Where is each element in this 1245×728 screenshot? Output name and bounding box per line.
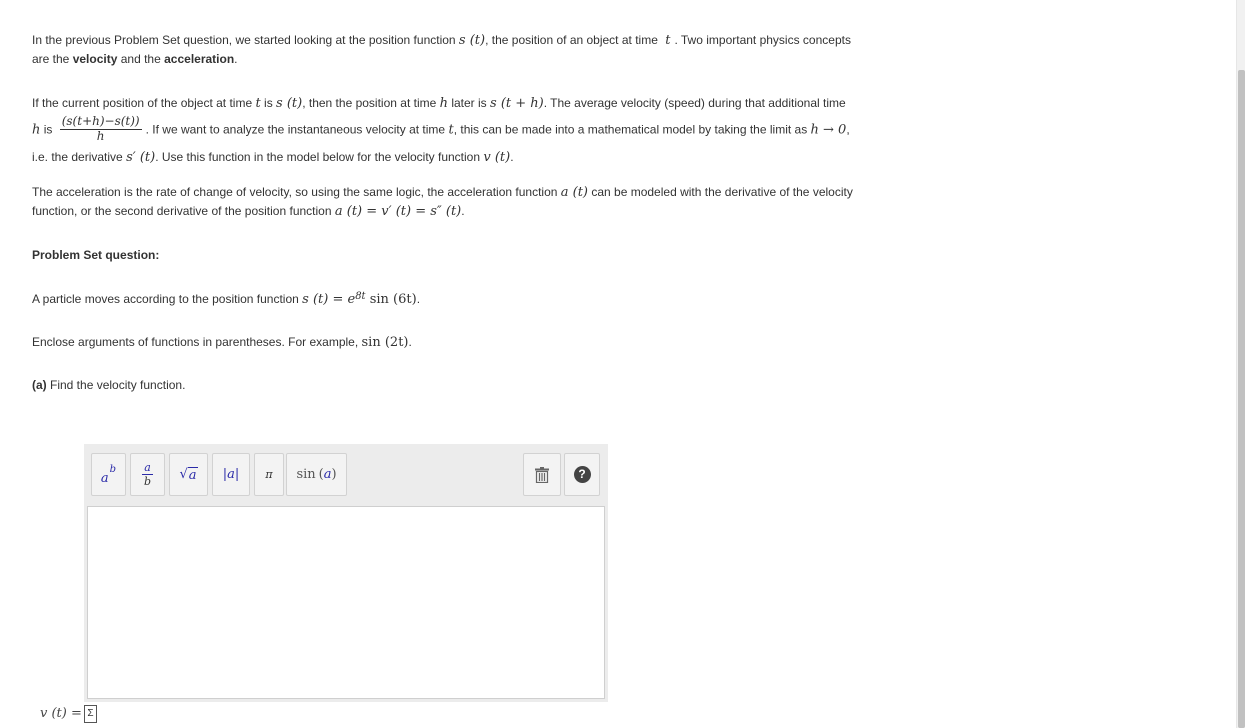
help-button[interactable]: ? [564, 453, 600, 496]
answer-input-area[interactable] [87, 506, 605, 699]
math-s-t: s (t) [458, 33, 486, 48]
acceleration-paragraph: The acceleration is the rate of change o… [32, 185, 853, 219]
help-icon: ? [573, 466, 591, 483]
power-button[interactable]: ab [91, 453, 126, 496]
instruction-paragraph: Enclose arguments of functions in parent… [32, 335, 412, 350]
scrollbar-thumb[interactable] [1238, 70, 1245, 728]
velocity-term: velocity [72, 52, 118, 66]
sqrt-icon: √ [179, 467, 188, 482]
limit-expression: h → 0 [810, 122, 847, 138]
position-function-paragraph: A particle moves according to the positi… [32, 291, 421, 307]
trash-icon [535, 466, 549, 483]
pi-button[interactable]: π [254, 453, 284, 496]
trash-button[interactable] [523, 453, 561, 496]
velocity-answer-label: v (t) = [40, 706, 82, 721]
intro-paragraph: In the previous Problem Set question, we… [32, 33, 851, 66]
velocity-paragraph: If the current position of the object at… [32, 96, 850, 165]
average-velocity-fraction: (s(t+h)−s(t)) h [59, 114, 142, 143]
equation-editor-toggle-icon[interactable]: Σ [84, 705, 97, 723]
sin-button[interactable]: sin(a) [286, 453, 347, 496]
absolute-value-button[interactable]: |a| [212, 453, 250, 496]
page-scrollbar[interactable] [1236, 0, 1245, 728]
fraction-button[interactable]: a b [130, 453, 165, 496]
acceleration-term: acceleration [164, 52, 235, 66]
acceleration-equation: a (t) = v′ (t) = s″ (t) [334, 204, 462, 219]
problem-heading: Problem Set question: [32, 248, 160, 262]
example-expression: sin (2t) [361, 335, 409, 350]
math-toolbar: ab a b √ a |a| π sin(a) ? [84, 444, 608, 504]
math-editor: ab a b √ a |a| π sin(a) ? [84, 444, 608, 702]
sqrt-button[interactable]: √ a [169, 453, 208, 496]
part-a-prompt: (a) Find the velocity function. [32, 378, 186, 392]
